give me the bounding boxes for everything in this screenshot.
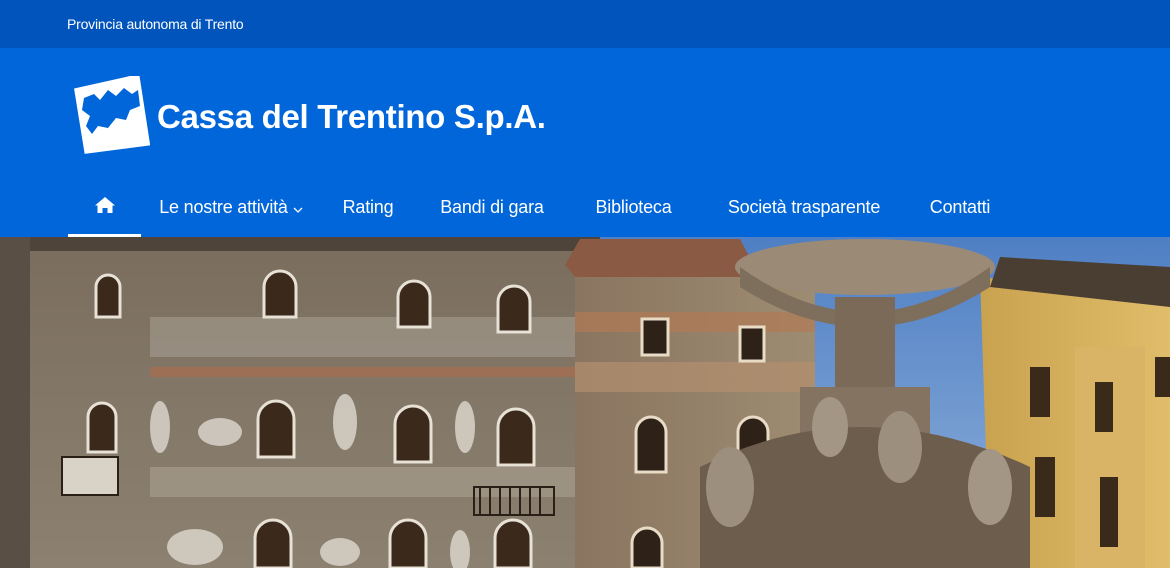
home-icon (94, 196, 116, 219)
nav-item-label: Biblioteca (595, 197, 672, 217)
top-bar: Provincia autonoma di Trento (0, 0, 1170, 48)
nav-item-biblioteca[interactable]: Biblioteca (569, 178, 698, 237)
nav-item-attivita[interactable]: Le nostre attività (141, 178, 321, 237)
main-nav: Le nostre attività Rating Bandi di gara … (68, 178, 1010, 237)
nav-item-contatti[interactable]: Contatti (910, 178, 1010, 237)
nav-home[interactable] (68, 178, 141, 237)
nav-item-bandi[interactable]: Bandi di gara (415, 178, 569, 237)
hero-image (0, 237, 1170, 568)
region-link[interactable]: Provincia autonoma di Trento (67, 16, 244, 32)
trentino-map-logo (72, 76, 150, 154)
nav-item-label: Rating (342, 197, 394, 217)
nav-item-rating[interactable]: Rating (321, 178, 415, 237)
nav-item-label: Le nostre attività (159, 197, 288, 217)
nav-item-societa-trasparente[interactable]: Società trasparente (698, 178, 910, 237)
site-header: Cassa del Trentino S.p.A. Le nostre atti… (0, 48, 1170, 237)
nav-item-label: Contatti (929, 197, 991, 217)
nav-item-label: Bandi di gara (440, 197, 544, 217)
brand-link[interactable]: Cassa del Trentino S.p.A. (72, 76, 546, 154)
brand-name: Cassa del Trentino S.p.A. (157, 98, 546, 135)
nav-item-label: Società trasparente (727, 197, 881, 217)
chevron-down-icon (293, 197, 303, 218)
